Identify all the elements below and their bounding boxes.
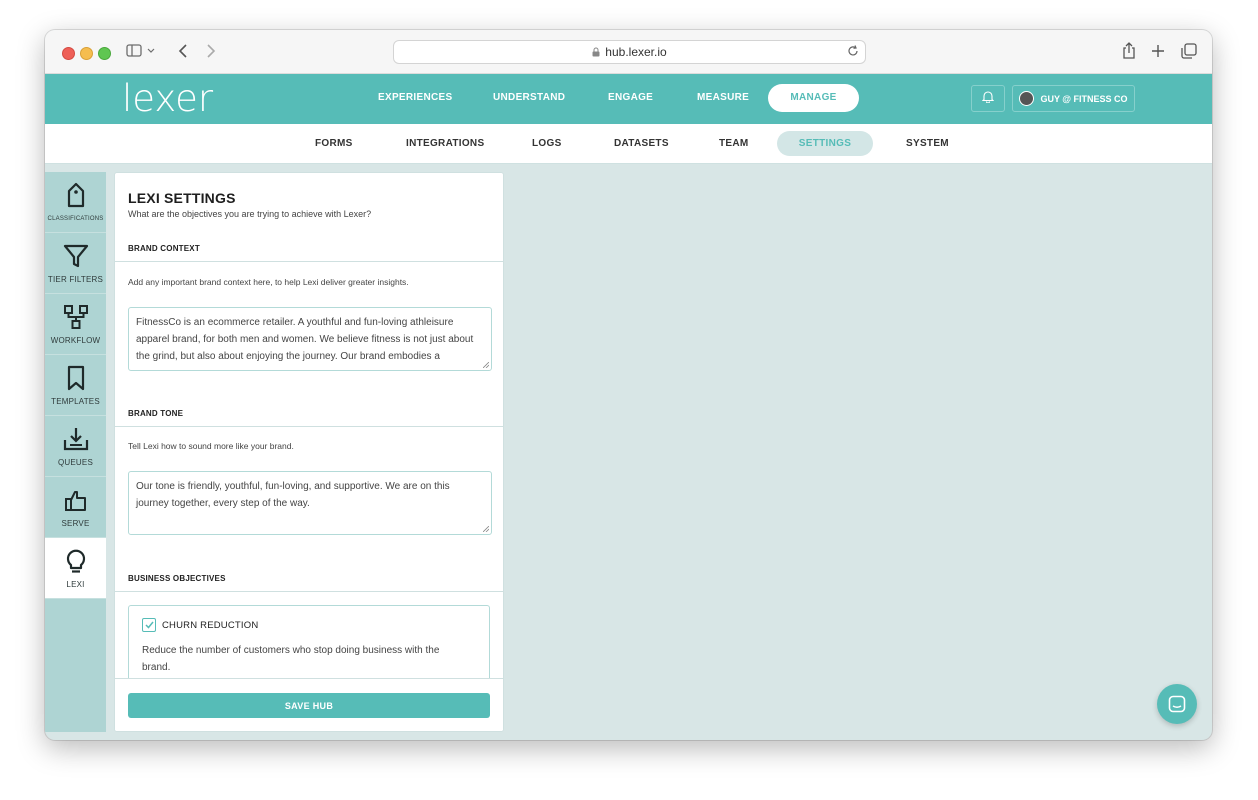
lexi-settings-panel: LEXI SETTINGS What are the objectives yo… <box>114 172 504 732</box>
minimize-window-button[interactable] <box>80 47 93 60</box>
tab-overview-icon[interactable] <box>1180 41 1198 61</box>
objective-title: CHURN REDUCTION <box>162 620 259 631</box>
new-tab-icon[interactable] <box>1150 41 1166 61</box>
sub-nav: FORMS INTEGRATIONS LOGS DATASETS TEAM SE… <box>45 124 1212 164</box>
funnel-icon <box>63 241 89 271</box>
chat-launcher-button[interactable] <box>1157 684 1197 724</box>
chat-icon <box>1168 695 1186 713</box>
url-text: hub.lexer.io <box>605 45 667 59</box>
sidebar-toggle-icon[interactable] <box>124 41 158 61</box>
sidebar-item-lexi[interactable]: LEXI <box>45 538 106 599</box>
page-subtitle: What are the objectives you are trying t… <box>128 209 372 219</box>
nav-engage[interactable]: ENGAGE <box>608 84 653 112</box>
browser-window: hub.lexer.io lexer EXPERIENCES UNDERSTAN… <box>45 30 1212 740</box>
lock-icon <box>592 47 600 57</box>
close-window-button[interactable] <box>62 47 75 60</box>
subnav-system[interactable]: SYSTEM <box>906 131 949 156</box>
bookmark-icon <box>66 363 86 393</box>
share-icon[interactable] <box>1121 41 1137 61</box>
nav-measure[interactable]: MEASURE <box>697 84 749 112</box>
checkmark-icon <box>144 621 154 629</box>
subnav-integrations[interactable]: INTEGRATIONS <box>406 131 484 156</box>
sidebar-item-queues[interactable]: QUEUES <box>45 416 106 477</box>
nav-experiences[interactable]: EXPERIENCES <box>378 84 452 112</box>
thumbs-up-icon <box>64 485 88 515</box>
browser-toolbar: hub.lexer.io <box>45 30 1212 74</box>
sidebar-item-templates[interactable]: TEMPLATES <box>45 355 106 416</box>
brand-tone-textarea[interactable]: Our tone is friendly, youthful, fun-lovi… <box>128 471 492 535</box>
back-arrow-icon[interactable] <box>173 41 193 61</box>
resize-grip-icon[interactable] <box>483 526 489 532</box>
user-label: GUY @ FITNESS CO <box>1040 93 1128 104</box>
forward-arrow-icon[interactable] <box>201 41 221 61</box>
subnav-team[interactable]: TEAM <box>719 131 749 156</box>
tag-icon <box>66 180 86 210</box>
zoom-window-button[interactable] <box>98 47 111 60</box>
user-menu-button[interactable]: GUY @ FITNESS CO <box>1012 85 1135 112</box>
reload-icon[interactable] <box>847 44 859 58</box>
subnav-forms[interactable]: FORMS <box>315 131 353 156</box>
app-header: lexer EXPERIENCES UNDERSTAND ENGAGE MEAS… <box>45 74 1212 124</box>
brand-context-help: Add any important brand context here, to… <box>128 277 409 287</box>
panel-footer: SAVE HUB <box>115 678 503 731</box>
objective-description: Reduce the number of customers who stop … <box>142 645 440 673</box>
bell-icon <box>981 90 995 108</box>
lightbulb-icon <box>65 546 87 576</box>
nav-understand[interactable]: UNDERSTAND <box>493 84 565 112</box>
business-objectives-heading: BUSINESS OBJECTIVES <box>115 561 503 592</box>
subnav-datasets[interactable]: DATASETS <box>614 131 669 156</box>
address-bar[interactable]: hub.lexer.io <box>393 40 866 64</box>
subnav-logs[interactable]: LOGS <box>532 131 562 156</box>
workflow-icon <box>63 302 89 332</box>
subnav-settings[interactable]: SETTINGS <box>777 131 873 156</box>
settings-sidebar: CLASSIFICATIONS TIER FILTERS WORKFLOW TE… <box>45 172 106 732</box>
resize-grip-icon[interactable] <box>483 362 489 368</box>
avatar <box>1019 91 1035 106</box>
sidebar-item-serve[interactable]: SERVE <box>45 477 106 538</box>
page-title: LEXI SETTINGS <box>128 190 236 206</box>
sidebar-item-tier-filters[interactable]: TIER FILTERS <box>45 233 106 294</box>
sidebar-item-classifications[interactable]: CLASSIFICATIONS <box>45 172 106 233</box>
nav-manage[interactable]: MANAGE <box>768 84 859 112</box>
notifications-button[interactable] <box>971 85 1005 112</box>
save-hub-button[interactable]: SAVE HUB <box>128 693 490 718</box>
sidebar-item-workflow[interactable]: WORKFLOW <box>45 294 106 355</box>
brand-context-heading: BRAND CONTEXT <box>115 231 503 262</box>
download-tray-icon <box>63 424 89 454</box>
churn-reduction-checkbox[interactable] <box>142 618 156 632</box>
brand-tone-help: Tell Lexi how to sound more like your br… <box>128 441 294 451</box>
brand-context-textarea[interactable]: FitnessCo is an ecommerce retailer. A yo… <box>128 307 492 371</box>
brand-tone-heading: BRAND TONE <box>115 396 503 427</box>
